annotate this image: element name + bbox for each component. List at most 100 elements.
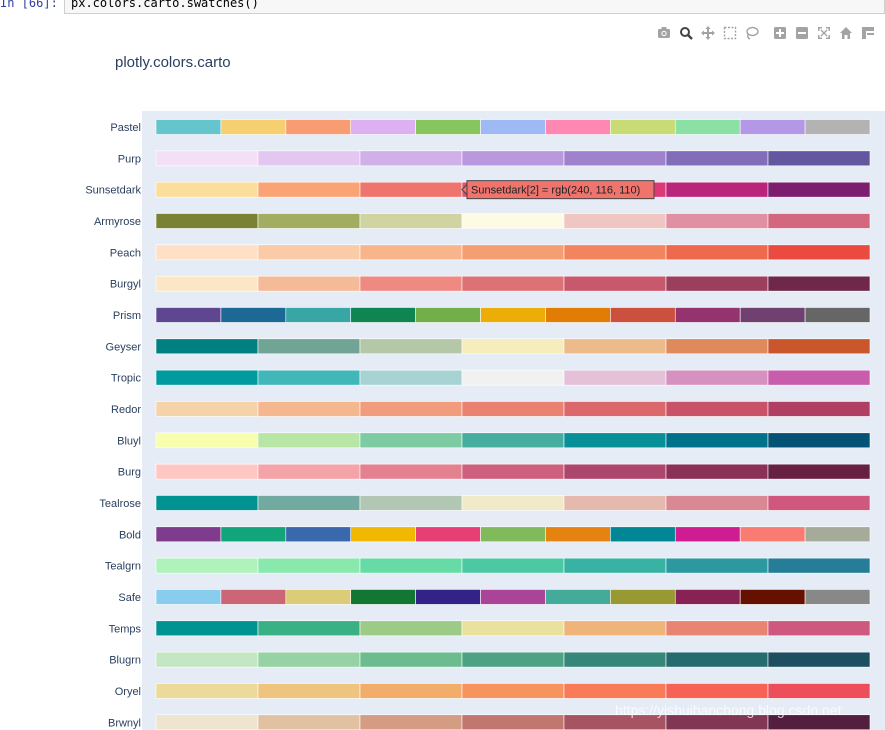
swatch-oryel-4 [563,683,667,699]
swatch-pastel-8 [674,119,741,135]
swatch-tealgrn-5 [665,557,769,574]
plot-background [142,111,885,730]
swatch-bold-8 [674,526,741,543]
swatch-sunsetdark-1 [257,181,361,198]
swatch-redor-3 [461,401,565,417]
chart-title: plotly.colors.carto [115,54,231,71]
swatch-geyser-5 [665,338,769,355]
swatch-bluyl-3 [461,432,565,449]
swatch-purp-4 [563,150,667,167]
swatch-tealrose-2 [359,495,463,511]
swatch-burg-2 [359,463,463,480]
swatch-temps-5 [665,620,769,637]
row-label-blugrn: Blugrn [109,655,141,667]
swatch-redor-1 [257,401,361,417]
swatch-redor-5 [665,401,769,417]
swatch-bold-9 [739,526,806,543]
swatch-peach-6 [767,244,871,261]
swatch-armyrose-5 [665,213,769,229]
swatch-tealgrn-4 [563,557,667,574]
swatch-armyrose-3 [461,213,565,229]
row-label-geyser: Geyser [106,341,142,353]
swatch-blugrn-5 [665,651,769,668]
swatch-temps-6 [767,620,871,637]
swatch-bluyl-0 [155,432,259,449]
swatch-tropic-0 [155,369,259,386]
swatch-burg-4 [563,463,667,480]
swatch-tealgrn-6 [767,557,871,574]
swatch-burgyl-0 [155,275,259,292]
swatch-bluyl-1 [257,432,361,449]
swatch-geyser-2 [359,338,463,355]
swatch-blugrn-1 [257,651,361,668]
swatch-bold-6 [545,526,611,543]
swatch-purp-6 [767,150,871,167]
row-label-safe: Safe [118,592,141,604]
swatch-prism-0 [155,307,222,323]
swatch-burgyl-4 [563,275,667,292]
swatch-peach-4 [563,244,667,261]
swatch-oryel-3 [461,683,565,699]
row-label-brwnyl: Brwnyl [108,717,141,729]
swatch-prism-5 [480,307,546,323]
swatch-redor-6 [767,401,871,417]
swatch-temps-4 [563,620,667,637]
swatch-temps-0 [155,620,259,637]
swatch-purp-5 [665,150,769,167]
swatch-burgyl-2 [359,275,463,292]
row-label-purp: Purp [118,153,141,165]
swatch-burgyl-3 [461,275,565,292]
swatch-prism-10 [804,307,871,323]
watermark: https://yishuihanchong.blog.csdn.net [615,702,842,718]
swatch-burg-6 [767,463,871,480]
swatch-prism-2 [285,307,352,323]
swatch-tropic-6 [767,369,871,386]
swatch-sunsetdark-2 [359,181,463,198]
swatch-burgyl-1 [257,275,361,292]
swatch-purp-2 [359,150,463,167]
swatch-temps-3 [461,620,565,637]
swatch-brwnyl-0 [155,714,259,730]
swatch-redor-2 [359,401,463,417]
swatch-safe-4 [415,589,481,605]
swatch-bold-5 [480,526,546,543]
swatch-tealrose-5 [665,495,769,511]
row-label-peach: Peach [110,247,141,259]
swatch-oryel-1 [257,683,361,699]
swatch-safe-10 [804,589,871,605]
swatch-bold-0 [155,526,222,543]
swatch-tealgrn-3 [461,557,565,574]
swatch-pastel-10 [804,119,871,135]
swatch-pastel-1 [220,119,287,135]
swatch-redor-0 [155,401,259,417]
row-label-armyrose: Armyrose [94,216,141,228]
row-label-tealgrn: Tealgrn [105,561,141,573]
swatch-prism-7 [610,307,676,323]
swatch-bluyl-5 [665,432,769,449]
swatch-safe-9 [739,589,806,605]
swatch-geyser-0 [155,338,259,355]
swatch-tealrose-0 [155,495,259,511]
swatch-pastel-9 [739,119,806,135]
row-label-burg: Burg [118,467,141,479]
swatch-bold-1 [220,526,287,543]
swatch-armyrose-2 [359,213,463,229]
swatch-geyser-6 [767,338,871,355]
swatch-peach-0 [155,244,259,261]
row-label-redor: Redor [111,404,141,416]
swatch-tropic-4 [563,369,667,386]
swatch-safe-1 [220,589,287,605]
swatch-safe-0 [155,589,222,605]
row-label-bluyl: Bluyl [117,435,141,447]
swatch-blugrn-4 [563,651,667,668]
swatch-armyrose-1 [257,213,361,229]
swatch-bold-3 [350,526,416,543]
swatch-blugrn-3 [461,651,565,668]
swatch-tealrose-1 [257,495,361,511]
swatch-geyser-4 [563,338,667,355]
swatch-bold-2 [285,526,352,543]
swatch-purp-3 [461,150,565,167]
hover-tooltip-text: Sunsetdark[2] = rgb(240, 116, 110) [471,185,640,197]
swatch-pastel-5 [480,119,546,135]
row-label-sunsetdark: Sunsetdark [85,185,141,197]
